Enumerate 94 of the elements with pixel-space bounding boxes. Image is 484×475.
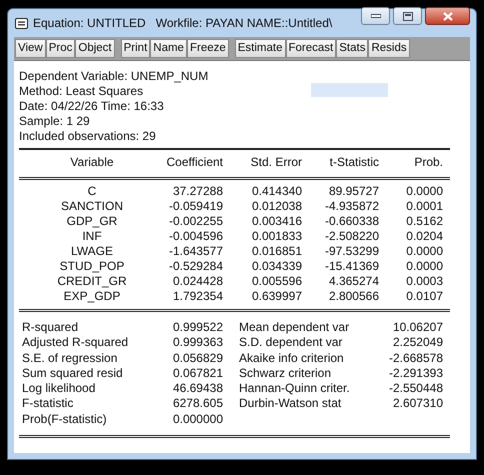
info-line: Method: Least Squares: [19, 84, 144, 99]
table-cell-text: 0.414340: [250, 184, 302, 199]
statistic-value: 2.607310: [392, 396, 443, 412]
statistic-label: Hannan-Quinn criter.: [238, 381, 351, 396]
table-cell-text: 0.0003: [405, 274, 443, 289]
statistic-value: 0.999363: [172, 335, 223, 351]
column-header: Std. Error: [250, 155, 302, 170]
statistic-label: Durbin-Watson stat: [238, 396, 342, 412]
table-cell-text: 0.639997: [250, 289, 302, 304]
statistic-label: Schwarz criterion: [238, 366, 332, 382]
statistic-value: 0.000000: [172, 412, 223, 428]
table-cell-text: 0.0000: [405, 184, 443, 199]
table-cell-text: 0.0204: [405, 229, 443, 244]
maximize-button[interactable]: [393, 7, 422, 25]
table-cell-text: -2.508220: [324, 229, 379, 244]
statistic-label: S.D. dependent var: [238, 335, 344, 351]
statistic-label: S.E. of regression: [21, 350, 118, 366]
table-cell-text: 0.0000: [405, 244, 443, 259]
table-cell-text: -4.935872: [324, 199, 379, 214]
toolbar-button[interactable]: Name: [150, 39, 187, 58]
info-line: Date: 04/22/26 Time: 16:33: [19, 99, 165, 114]
column-header: Variable: [69, 155, 115, 170]
table-cell-text: LWAGE: [70, 244, 114, 259]
toolbar-button[interactable]: Freeze: [186, 39, 229, 58]
table-cell-text: 0.034339: [250, 259, 302, 274]
table-cell-text: -0.660338: [324, 214, 379, 229]
statistic-value: -2.291393: [388, 366, 443, 382]
statistic-label: Prob(F-statistic): [21, 412, 108, 428]
statistic-label: Mean dependent var: [238, 320, 350, 336]
table-cell-text: 0.024428: [172, 274, 223, 289]
table-cell-text: 0.016851: [250, 244, 302, 259]
statistic-value: 2.252049: [392, 335, 443, 351]
toolbar-button[interactable]: Estimate: [234, 39, 286, 58]
statistic-label: R-squared: [21, 320, 80, 336]
statistic-value: 0.999522: [172, 320, 223, 336]
statistic-value: 6278.605: [172, 396, 223, 412]
column-header: Coefficient: [166, 155, 223, 170]
toolbar-button[interactable]: Proc: [46, 39, 76, 58]
table-cell-text: INF: [81, 229, 103, 244]
toolbar-button[interactable]: Object: [75, 39, 115, 58]
table-cell-text: 89.95727: [328, 184, 379, 199]
close-button[interactable]: [425, 7, 470, 25]
table-cell-text: -1.643577: [168, 244, 223, 259]
table-cell-text: 0.003416: [250, 214, 302, 229]
statistic-value: 10.06207: [392, 320, 443, 336]
table-cell-text: CREDIT_GR: [56, 274, 128, 289]
statistic-label: Log likelihood: [21, 381, 96, 396]
statistic-label: Sum squared resid: [21, 366, 124, 382]
window-title: Equation: UNTITLED Workfile: PAYAN NAME::Untitled\: [33, 16, 334, 30]
statistic-label: F-statistic: [21, 396, 74, 412]
info-line: Dependent Variable: UNEMP_NUM: [19, 69, 210, 84]
toolbar-button[interactable]: Forecast: [286, 39, 336, 58]
toolbar-button[interactable]: Resids: [368, 39, 410, 58]
statistic-label: Adjusted R-squared: [21, 335, 130, 351]
window-menu-icon[interactable]: [15, 18, 28, 28]
table-cell-text: 0.0107: [405, 289, 443, 304]
table-cell-text: 0.005596: [250, 274, 302, 289]
table-cell-text: 1.792354: [172, 289, 223, 304]
statistic-value: 0.067821: [172, 366, 223, 382]
table-cell-text: C: [86, 184, 98, 199]
table-cell-text: STUD_POP: [58, 259, 126, 274]
table-cell-text: -97.53299: [324, 244, 379, 259]
info-line: Included observations: 29: [19, 129, 157, 144]
column-header: Prob.: [413, 155, 443, 170]
toolbar-button[interactable]: View: [15, 39, 46, 58]
table-cell-text: 4.365274: [328, 274, 379, 289]
table-cell-text: -0.002255: [168, 214, 223, 229]
table-cell-text: 0.012038: [250, 199, 302, 214]
table-cell-text: 0.001833: [250, 229, 302, 244]
statistic-label: Akaike info criterion: [238, 350, 345, 366]
statistic-value: -2.550448: [388, 381, 443, 396]
toolbar-button[interactable]: Print: [120, 39, 150, 58]
table-cell-text: -0.059419: [168, 199, 223, 214]
minimize-button[interactable]: [361, 7, 390, 25]
table-cell-text: -0.004596: [168, 229, 223, 244]
minimize-icon: [370, 14, 380, 18]
table-cell-text: -15.41369: [324, 259, 379, 274]
table-cell-text: 37.27288: [172, 184, 223, 199]
maximize-icon: [402, 12, 412, 20]
statistic-value: 46.69438: [172, 381, 223, 396]
statistic-value: -2.668578: [388, 350, 443, 366]
table-cell-text: EXP_GDP: [62, 289, 122, 304]
table-cell-text: -0.529284: [168, 259, 223, 274]
table-cell-text: 0.0000: [405, 259, 443, 274]
table-cell-text: SANCTION: [60, 199, 124, 214]
table-cell-text: 2.800566: [328, 289, 379, 304]
statistic-value: 0.056829: [172, 350, 223, 366]
close-icon: [442, 12, 452, 20]
table-cell-text: GDP_GR: [66, 214, 118, 229]
toolbar-button[interactable]: Stats: [336, 39, 368, 58]
column-header: t-Statistic: [328, 155, 379, 170]
table-cell-text: 0.5162: [405, 214, 443, 229]
info-line: Sample: 1 29: [19, 114, 91, 129]
table-cell-text: 0.0001: [405, 199, 443, 214]
